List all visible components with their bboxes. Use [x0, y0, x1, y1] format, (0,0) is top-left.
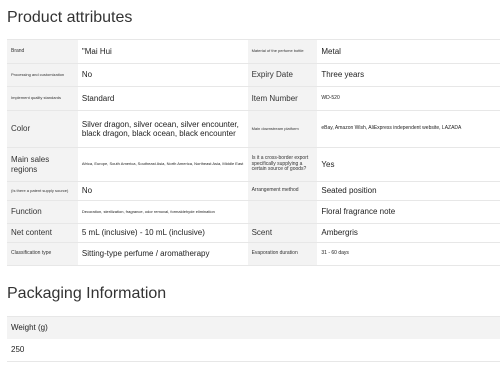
- table-row: Classification type Sitting-type perfume…: [7, 242, 500, 266]
- cross-border-value: Yes: [317, 147, 500, 182]
- packaging-information-heading: Packaging Information: [7, 285, 167, 302]
- item-number-value: WD-520: [317, 86, 500, 111]
- expiry-label: Expiry Date: [247, 63, 318, 87]
- brand-label: Brand: [7, 39, 78, 64]
- patent-value: No: [77, 181, 248, 201]
- empty-label: [247, 200, 318, 224]
- scent-value: Ambergris: [317, 223, 500, 243]
- table-row: (Is there a patent supply source) No Arr…: [7, 181, 500, 201]
- classification-label: Classification type: [7, 242, 78, 266]
- net-content-value: 5 mL (inclusive) - 10 mL (inclusive): [77, 223, 248, 243]
- regions-label: Main sales regions: [7, 147, 78, 182]
- regions-value: Africa, Europe, South America, Southeast…: [77, 147, 248, 182]
- arrangement-label: Arrangement method: [247, 181, 318, 201]
- scent-label: Scent: [247, 223, 318, 243]
- platform-label: Main downstream platform: [247, 110, 318, 148]
- weight-label: Weight (g): [7, 316, 500, 339]
- arrangement-value: Seated position: [317, 181, 500, 201]
- table-row: Implement quality standards Standard Ite…: [7, 86, 500, 111]
- expiry-value: Three years: [317, 63, 500, 87]
- item-number-label: Item Number: [247, 86, 318, 111]
- patent-label: (Is there a patent supply source): [7, 181, 78, 201]
- packaging-table: Weight (g) 250: [7, 316, 500, 362]
- product-attributes-table: Brand "Mai Hui Material of the perfume b…: [7, 39, 500, 266]
- cross-border-label: Is it a cross-border export specifically…: [247, 147, 318, 182]
- function-label: Function: [7, 200, 78, 224]
- product-attributes-heading: Product attributes: [7, 9, 133, 26]
- processing-value: No: [77, 63, 248, 87]
- table-row: Brand "Mai Hui Material of the perfume b…: [7, 39, 500, 64]
- material-value: Metal: [317, 39, 500, 64]
- fragrance-value: Floral fragrance note: [317, 200, 500, 224]
- quality-value: Standard: [77, 86, 248, 111]
- function-value: Decoration, sterilization, fragrance, od…: [77, 200, 248, 224]
- table-row: Processing and customization No Expiry D…: [7, 63, 500, 87]
- table-row: Main sales regions Africa, Europe, South…: [7, 147, 500, 182]
- table-row: Color Silver dragon, silver ocean, silve…: [7, 110, 500, 148]
- table-row: Net content 5 mL (inclusive) - 10 mL (in…: [7, 223, 500, 243]
- processing-label: Processing and customization: [7, 63, 78, 87]
- platform-value: eBay, Amazon Wish, AliExpress independen…: [317, 110, 500, 148]
- evaporation-label: Evaporation duration: [247, 242, 318, 266]
- brand-value: "Mai Hui: [77, 39, 248, 64]
- table-row: Function Decoration, sterilization, frag…: [7, 200, 500, 224]
- net-content-label: Net content: [7, 223, 78, 243]
- evaporation-value: 31 - 60 days: [317, 242, 500, 266]
- classification-value: Sitting-type perfume / aromatherapy: [77, 242, 248, 266]
- quality-label: Implement quality standards: [7, 86, 78, 111]
- material-label: Material of the perfume bottle: [247, 39, 318, 64]
- color-value: Silver dragon, silver ocean, silver enco…: [77, 110, 248, 148]
- weight-value: 250: [7, 339, 500, 362]
- color-label: Color: [7, 110, 78, 148]
